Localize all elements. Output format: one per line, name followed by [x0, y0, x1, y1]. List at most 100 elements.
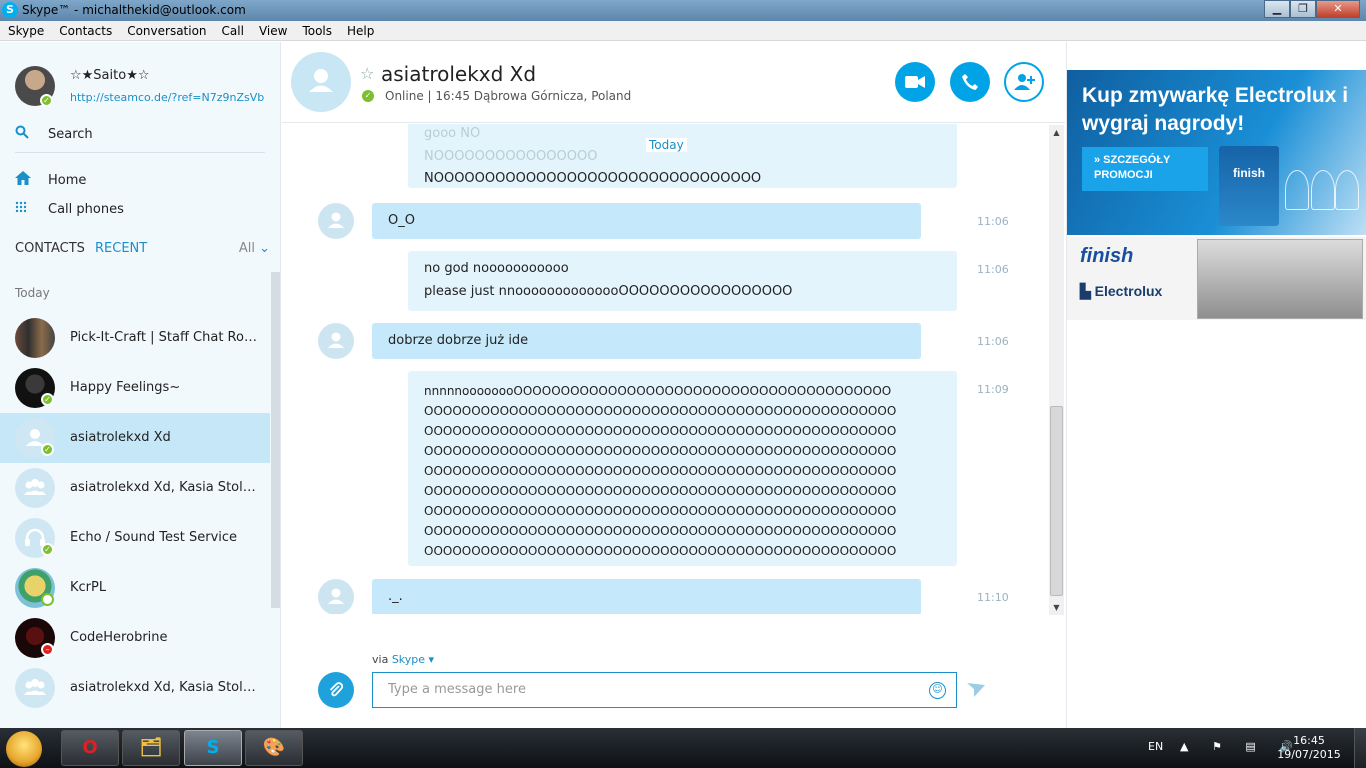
- profile-name[interactable]: ☆★Saito★☆: [70, 68, 150, 83]
- contact-name: asiatrolekxd Xd: [70, 430, 171, 445]
- contact-status: Online: [385, 89, 424, 103]
- minimize-button[interactable]: ▁: [1264, 0, 1290, 18]
- message-bubble-sent[interactable]: no god nooooooooooo please just nnoooooo…: [408, 251, 957, 311]
- ad-banner-bottom[interactable]: finish ▙ Electrolux: [1067, 237, 1366, 320]
- language-indicator[interactable]: EN: [1148, 740, 1163, 753]
- person-icon: [309, 69, 333, 92]
- contact-status-line: Online | 16:45 Dąbrowa Górnicza, Poland: [385, 89, 631, 103]
- group-avatar-icon: [15, 668, 55, 708]
- message-bubble-received[interactable]: O_O: [372, 203, 921, 239]
- paperclip-icon: [329, 682, 344, 697]
- maximize-button[interactable]: ❐: [1290, 0, 1316, 18]
- message-input[interactable]: Type a message here: [372, 672, 957, 708]
- sender-avatar[interactable]: [318, 323, 354, 359]
- ad-product-box: finish: [1219, 146, 1279, 226]
- show-desktop-button[interactable]: [1354, 728, 1366, 768]
- message-text: no god nooooooooooo: [424, 261, 569, 276]
- message-text: ._.: [388, 589, 403, 604]
- home-label: Home: [48, 172, 87, 188]
- away-status-icon: [41, 593, 54, 606]
- contact-name: CodeHerobrine: [70, 630, 168, 645]
- add-people-button[interactable]: [1004, 62, 1044, 102]
- menu-conversation[interactable]: Conversation: [119, 24, 213, 38]
- profile-mood-message[interactable]: http://steamco.de/?ref=N7z9nZsVb: [70, 91, 264, 104]
- menu-contacts[interactable]: Contacts: [51, 24, 119, 38]
- contact-item[interactable]: asiatrolekxd Xd, Kasia Stolars...: [0, 463, 270, 513]
- contact-item[interactable]: KcrPL: [0, 563, 270, 613]
- message-scrollbar[interactable]: ▲ ▼: [1049, 125, 1064, 615]
- ad-banner[interactable]: Kup zmywarkę Electrolux i wygraj nagrody…: [1067, 70, 1366, 235]
- menu-call[interactable]: Call: [214, 24, 251, 38]
- message-text: OOOOOOOOOOOOOOOOOOOOOOOOOOOOOOOOOOOOOOOO…: [424, 484, 897, 498]
- scroll-up-arrow-icon[interactable]: ▲: [1049, 125, 1064, 140]
- sender-avatar[interactable]: [318, 203, 354, 239]
- message-bubble-received[interactable]: ._.: [372, 579, 921, 614]
- contact-item[interactable]: ✓ Happy Feelings~: [0, 363, 270, 413]
- scrollbar-thumb[interactable]: [1050, 406, 1063, 596]
- dialpad-icon: [15, 201, 35, 217]
- call-phones-nav-item[interactable]: Call phones: [15, 201, 124, 217]
- ad-cta-button[interactable]: » SZCZEGÓŁY PROMOCJI: [1082, 147, 1208, 191]
- wine-glass-icon: [1335, 170, 1359, 210]
- opera-taskbar-icon[interactable]: O: [61, 730, 119, 766]
- menu-tools[interactable]: Tools: [294, 24, 339, 38]
- message-text: OOOOOOOOOOOOOOOOOOOOOOOOOOOOOOOOOOOOOOOO…: [424, 544, 897, 558]
- message-bubble-sent[interactable]: gooo NO NOOOOOOOOOOOOOOOO NOOOOOOOOOOOOO…: [408, 124, 957, 188]
- video-camera-icon: [905, 76, 925, 88]
- video-call-button[interactable]: [895, 62, 935, 102]
- contact-item[interactable]: Pick-It-Craft | Staff Chat Room |: [0, 313, 270, 363]
- search-row[interactable]: Search: [15, 125, 93, 143]
- clock-date: 19/07/2015: [1277, 748, 1341, 761]
- scroll-down-arrow-icon[interactable]: ▼: [1049, 600, 1064, 615]
- contact-item[interactable]: – CodeHerobrine: [0, 613, 270, 663]
- audio-call-button[interactable]: [950, 62, 990, 102]
- via-skype-dropdown[interactable]: Skype ▾: [392, 653, 434, 666]
- tab-recent[interactable]: RECENT: [95, 241, 147, 256]
- message-text: OOOOOOOOOOOOOOOOOOOOOOOOOOOOOOOOOOOOOOOO…: [424, 524, 897, 538]
- skype-taskbar-icon[interactable]: S: [184, 730, 242, 766]
- home-nav-item[interactable]: Home: [15, 171, 86, 189]
- tab-contacts[interactable]: CONTACTS: [15, 241, 85, 256]
- emoticon-icon[interactable]: ☺: [929, 682, 946, 699]
- filter-dropdown[interactable]: All ⌄: [239, 241, 270, 256]
- sender-avatar[interactable]: [318, 579, 354, 614]
- message-bubble-received[interactable]: dobrze dobrze już ide: [372, 323, 921, 359]
- online-status-icon: ✓: [41, 543, 54, 556]
- wine-glass-icon: [1311, 170, 1335, 210]
- faded-message-line: NOOOOOOOOOOOOOOOO: [424, 149, 598, 164]
- message-text: NOOOOOOOOOOOOOOOOOOOOOOOOOOOOOOOO: [424, 171, 762, 186]
- window-controls: ▁ ❐ ✕: [1264, 0, 1360, 18]
- start-button[interactable]: [6, 731, 42, 767]
- message-text: nnnnnoooooooOOOOOOOOOOOOOOOOOOOOOOOOOOOO…: [424, 384, 892, 398]
- message-bubble-sent[interactable]: nnnnnoooooooOOOOOOOOOOOOOOOOOOOOOOOOOOOO…: [408, 371, 957, 566]
- busy-status-icon: –: [41, 643, 54, 656]
- message-text: OOOOOOOOOOOOOOOOOOOOOOOOOOOOOOOOOOOOOOOO…: [424, 444, 897, 458]
- online-status-icon: ✓: [362, 90, 374, 102]
- message-history: gooo NO NOOOOOOOOOOOOOOOO NOOOOOOOOOOOOO…: [282, 124, 1065, 614]
- contact-item[interactable]: asiatrolekxd Xd, Kasia Stolarska: [0, 663, 270, 713]
- sidebar-scrollbar[interactable]: [271, 272, 280, 608]
- menu-help[interactable]: Help: [339, 24, 381, 38]
- contact-item-selected[interactable]: ✓ asiatrolekxd Xd: [0, 413, 270, 463]
- favorite-star-icon[interactable]: ☆: [360, 64, 374, 83]
- conversation-avatar[interactable]: [291, 52, 351, 112]
- close-button[interactable]: ✕: [1316, 0, 1360, 18]
- explorer-taskbar-icon[interactable]: 🗂: [122, 730, 180, 766]
- clock[interactable]: 16:45 19/07/2015: [1274, 734, 1344, 762]
- electrolux-logo: ▙ Electrolux: [1080, 283, 1163, 299]
- clock-time: 16:45: [1293, 734, 1325, 747]
- contact-name: asiatrolekxd Xd, Kasia Stolarska: [70, 680, 260, 695]
- menu-skype[interactable]: Skype: [0, 24, 51, 38]
- faded-message-line: gooo NO: [424, 126, 481, 141]
- contact-name: KcrPL: [70, 580, 107, 595]
- attach-button[interactable]: [318, 672, 354, 708]
- online-status-icon: ✓: [41, 393, 54, 406]
- home-icon: [15, 171, 35, 189]
- menu-view[interactable]: View: [251, 24, 294, 38]
- send-icon[interactable]: [967, 682, 985, 701]
- paint-taskbar-icon[interactable]: 🎨: [245, 730, 303, 766]
- wine-glass-icon: [1285, 170, 1309, 210]
- contact-item[interactable]: ✓ Echo / Sound Test Service: [0, 513, 270, 563]
- contact-name: Pick-It-Craft | Staff Chat Room |: [70, 330, 260, 345]
- skype-logo-icon: S: [2, 2, 18, 18]
